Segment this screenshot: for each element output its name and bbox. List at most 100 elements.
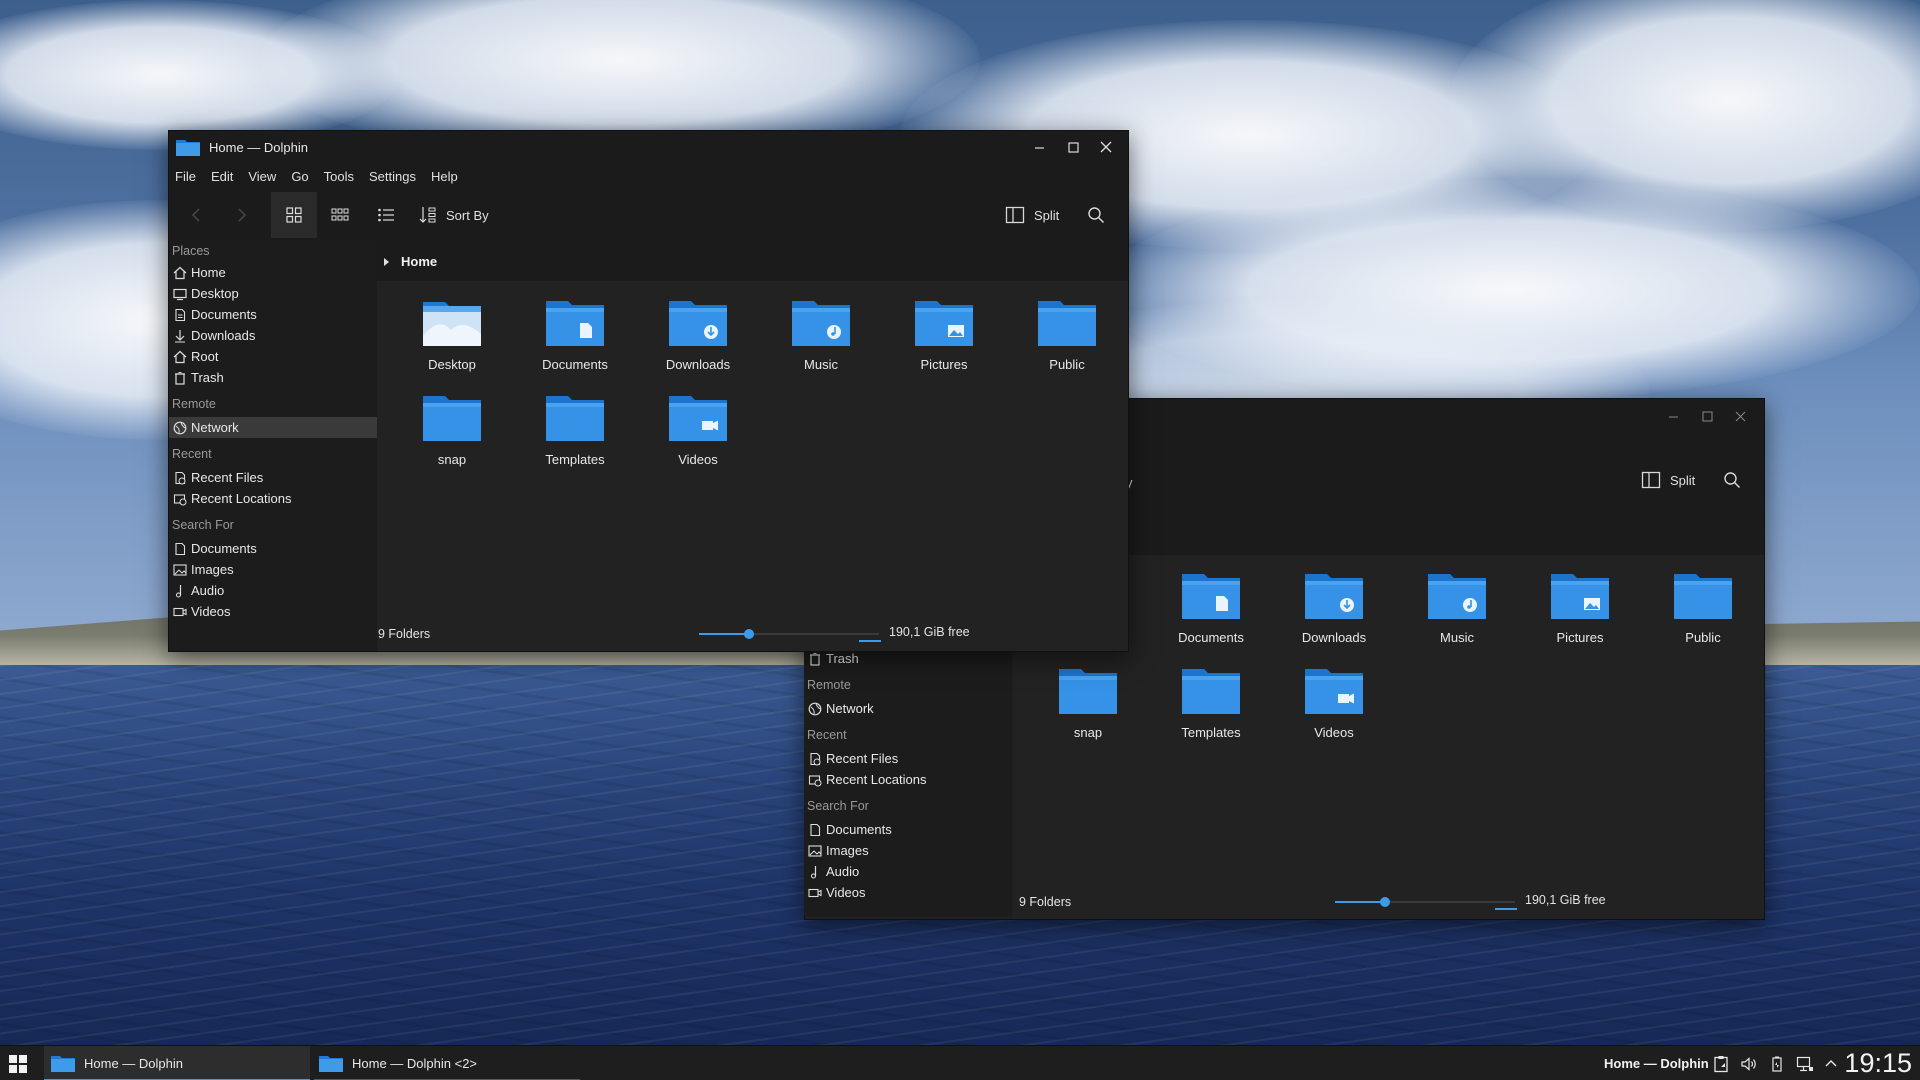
breadcrumb[interactable]: Home [383, 254, 437, 269]
maximize-icon [1702, 411, 1712, 421]
clipboard-icon[interactable] [1712, 1055, 1730, 1073]
compact-view-button[interactable] [317, 196, 363, 234]
public-folder-icon [1674, 574, 1732, 619]
maximize-button[interactable] [1692, 401, 1722, 431]
task-dolphin-2[interactable]: Home — Dolphin <2> [314, 1046, 580, 1080]
folder-item[interactable]: Templates [1161, 664, 1261, 740]
details-view-button[interactable] [363, 196, 409, 234]
icons-view-icon [286, 207, 302, 223]
folder-item[interactable]: Music [1407, 569, 1507, 645]
place-desktop[interactable]: Desktop [169, 283, 377, 304]
application-launcher[interactable] [8, 1054, 28, 1074]
folder-item[interactable]: Public [1017, 296, 1117, 372]
dolphin-window-front[interactable]: Home — Dolphin File Edit View Go Tools S… [168, 130, 1129, 652]
zoom-slider-handle[interactable] [744, 629, 754, 639]
folder-item[interactable]: Pictures [1530, 569, 1630, 645]
menu-help[interactable]: Help [431, 169, 458, 184]
folder-item[interactable]: Videos [648, 391, 748, 467]
zoom-slider-handle[interactable] [1380, 897, 1390, 907]
folder-item[interactable]: Public [1653, 569, 1753, 645]
split-button[interactable]: Split [1005, 206, 1059, 224]
battery-icon[interactable] [1768, 1055, 1786, 1073]
compact-view-icon [331, 208, 349, 221]
menu-settings[interactable]: Settings [369, 169, 416, 184]
zoom-slider[interactable] [1335, 901, 1385, 903]
recent-files[interactable]: Recent Files [804, 748, 1012, 769]
toolbar[interactable]: Sort By Split [169, 189, 1128, 241]
close-button[interactable] [1089, 131, 1123, 163]
system-tray[interactable] [1712, 1046, 1838, 1080]
recent-locations-icon [808, 774, 822, 786]
desktop-icon [173, 288, 187, 300]
minimize-button[interactable] [1658, 401, 1688, 431]
window-title: Home — Dolphin [209, 139, 308, 155]
place-network[interactable]: Network [804, 698, 1012, 719]
menu-tools[interactable]: Tools [324, 169, 354, 184]
expand-tray-icon[interactable] [1824, 1055, 1838, 1073]
trash-icon [810, 652, 820, 666]
search-heading: Search For [807, 799, 869, 813]
search-videos[interactable]: Videos [804, 882, 1012, 903]
maximize-button[interactable] [1056, 131, 1090, 163]
folder-item[interactable]: Downloads [648, 296, 748, 372]
menu-view[interactable]: View [248, 169, 276, 184]
dolphin-app-icon [176, 139, 200, 156]
place-root[interactable]: Root [169, 346, 377, 367]
icons-view-button[interactable] [271, 192, 317, 238]
documents-icon [175, 308, 186, 321]
network-tray-icon[interactable] [1796, 1055, 1814, 1073]
place-documents[interactable]: Documents [169, 304, 377, 325]
search-images[interactable]: Images [804, 840, 1012, 861]
folder-item[interactable]: Templates [525, 391, 625, 467]
folder-item[interactable]: Music [771, 296, 871, 372]
close-icon [1100, 141, 1112, 153]
menu-file[interactable]: File [175, 169, 196, 184]
title-bar[interactable]: Home — Dolphin [169, 131, 1128, 163]
recent-files[interactable]: Recent Files [169, 467, 377, 488]
arrow-left-icon [192, 208, 200, 222]
dolphin-app-icon [51, 1056, 75, 1072]
folder-item[interactable]: Documents [1161, 569, 1261, 645]
search-documents[interactable]: Documents [804, 819, 1012, 840]
search-audio[interactable]: Audio [169, 580, 377, 601]
folder-item[interactable]: snap [1038, 664, 1138, 740]
volume-icon[interactable] [1740, 1055, 1758, 1073]
file-view[interactable]: Home Desktop Documents Downloads Music Pictu… [377, 241, 1128, 616]
sort-by-button[interactable]: Sort By [419, 206, 489, 224]
folder-item[interactable]: Downloads [1284, 569, 1384, 645]
forward-button[interactable] [223, 196, 261, 234]
close-icon [1735, 411, 1745, 421]
place-downloads[interactable]: Downloads [169, 325, 377, 346]
menu-bar[interactable]: File Edit View Go Tools Settings Help [169, 163, 1128, 189]
menu-edit[interactable]: Edit [211, 169, 233, 184]
folder-item[interactable]: Videos [1284, 664, 1384, 740]
search-button[interactable] [1723, 471, 1741, 494]
details-view-icon [378, 208, 394, 222]
folder-item[interactable]: Desktop [402, 296, 502, 372]
recent-locations[interactable]: Recent Locations [169, 488, 377, 509]
folder-item[interactable]: snap [402, 391, 502, 467]
place-trash[interactable]: Trash [169, 367, 377, 388]
close-button[interactable] [1725, 401, 1755, 431]
zoom-slider[interactable] [699, 633, 749, 635]
search-documents[interactable]: Documents [169, 538, 377, 559]
recent-locations[interactable]: Recent Locations [804, 769, 1012, 790]
split-button[interactable]: Split [1641, 471, 1695, 489]
search-audio[interactable]: Audio [804, 861, 1012, 882]
home-icon [173, 266, 187, 279]
task-dolphin-1[interactable]: Home — Dolphin [44, 1046, 310, 1080]
folder-item[interactable]: Pictures [894, 296, 994, 372]
folder-item[interactable]: Documents [525, 296, 625, 372]
taskbar[interactable]: Home — Dolphin Home — Dolphin <2> Home —… [0, 1045, 1920, 1080]
search-button[interactable] [1087, 206, 1105, 229]
search-videos[interactable]: Videos [169, 601, 377, 622]
place-network[interactable]: Network [169, 417, 377, 438]
places-panel[interactable]: Places Home Desktop Documents Downloads … [169, 241, 377, 651]
places-panel-back[interactable]: Trash Remote Network Recent Recent Files… [804, 648, 1012, 916]
clock[interactable]: 19:15 [1844, 1048, 1912, 1079]
search-images[interactable]: Images [169, 559, 377, 580]
place-home[interactable]: Home [169, 262, 377, 283]
menu-go[interactable]: Go [291, 169, 308, 184]
back-button[interactable] [177, 196, 215, 234]
minimize-button[interactable] [1022, 131, 1056, 163]
